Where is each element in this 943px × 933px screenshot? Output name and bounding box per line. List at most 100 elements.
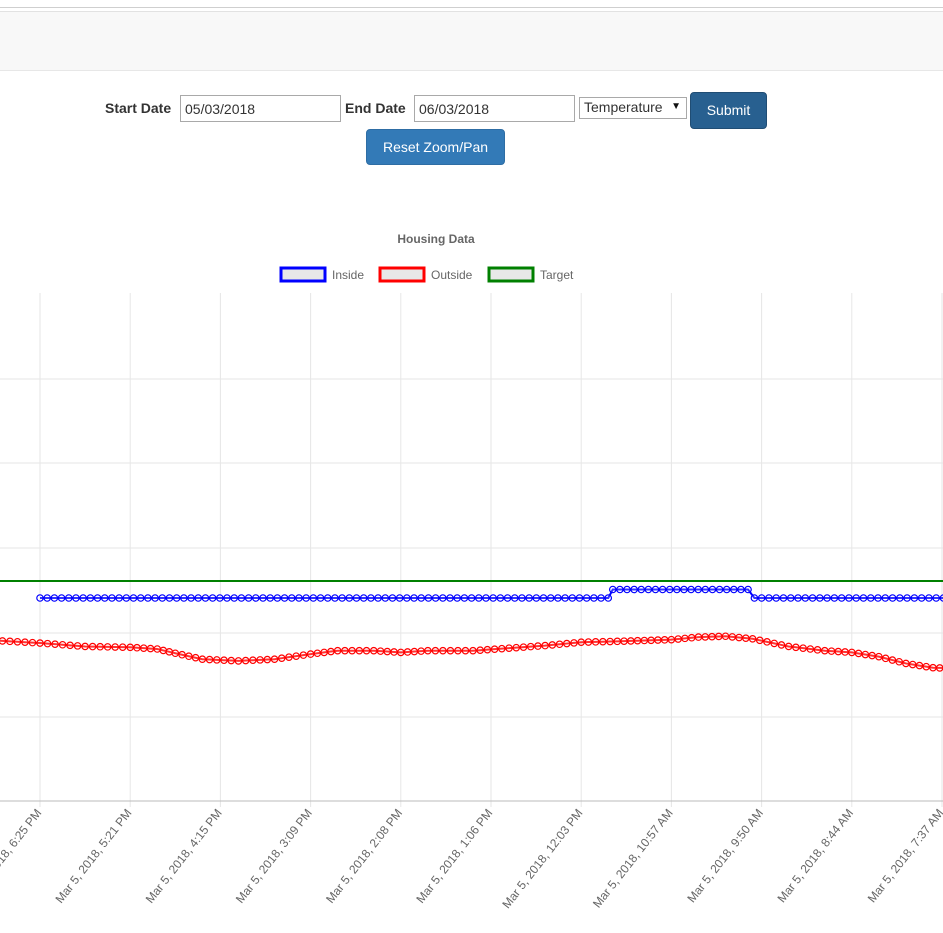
inside-point bbox=[665, 585, 674, 594]
outside-point bbox=[888, 656, 897, 664]
inside-point bbox=[266, 594, 274, 602]
inside-point bbox=[367, 594, 375, 602]
date-range-form: Start Date End Date Temperature ▼ bbox=[0, 95, 943, 125]
x-tick-label: Mar 5, 2018, 12:03 PM bbox=[499, 806, 585, 911]
x-axis-tick-labels: Mar 5, 2018, 6:25 PMMar 5, 2018, 5:21 PM… bbox=[0, 806, 943, 911]
outside-point bbox=[6, 637, 14, 646]
inside-point bbox=[687, 585, 695, 594]
outside-point bbox=[654, 636, 662, 644]
outside-point bbox=[627, 637, 635, 645]
inside-point bbox=[446, 594, 454, 602]
legend-item-target[interactable]: Target bbox=[487, 266, 574, 283]
outside-point bbox=[285, 653, 293, 661]
outside-point bbox=[165, 648, 174, 656]
outside-point bbox=[687, 633, 696, 642]
inside-point bbox=[715, 585, 724, 594]
legend-item-inside[interactable]: Inside bbox=[279, 266, 364, 283]
inside-point bbox=[431, 594, 440, 602]
outside-point bbox=[875, 652, 883, 661]
outside-point bbox=[599, 637, 607, 646]
inside-point bbox=[680, 585, 688, 594]
outside-point bbox=[854, 649, 863, 658]
outside-point bbox=[13, 637, 22, 646]
outside-point bbox=[613, 637, 622, 646]
chart-legend[interactable]: Inside Outside Target bbox=[279, 266, 574, 283]
outside-point bbox=[313, 649, 322, 658]
outside-point bbox=[505, 644, 513, 652]
outside-point bbox=[562, 639, 571, 648]
outside-point bbox=[620, 637, 628, 645]
chart-grid bbox=[0, 293, 943, 807]
outside-point bbox=[51, 640, 59, 648]
inside-point bbox=[72, 594, 80, 602]
outside-point bbox=[341, 646, 349, 655]
outside-point bbox=[834, 647, 843, 656]
outside-point bbox=[633, 636, 642, 645]
outside-point bbox=[728, 633, 737, 641]
housing-data-chart[interactable]: Housing Data Inside Outside Target Mar 5, … bbox=[0, 220, 943, 933]
outside-point bbox=[133, 643, 141, 652]
inside-point bbox=[658, 585, 667, 594]
outside-point bbox=[234, 657, 243, 665]
inside-point bbox=[287, 594, 296, 602]
inside-point bbox=[158, 594, 167, 602]
inside-point bbox=[539, 594, 548, 602]
submit-button[interactable]: Submit bbox=[690, 92, 767, 129]
metric-select[interactable]: Temperature ▼ bbox=[579, 97, 687, 119]
outside-point bbox=[81, 642, 89, 651]
start-date-input[interactable] bbox=[180, 95, 341, 122]
legend-label-inside: Inside bbox=[332, 268, 364, 282]
inside-point bbox=[86, 594, 95, 602]
outside-point bbox=[73, 642, 82, 650]
reset-zoom-pan-button[interactable]: Reset Zoom/Pan bbox=[366, 129, 505, 165]
inside-point bbox=[460, 594, 469, 602]
dropdown-arrow-icon: ▼ bbox=[671, 101, 681, 112]
inside-point bbox=[338, 594, 346, 602]
outside-point bbox=[96, 642, 104, 651]
outside-point bbox=[721, 632, 730, 641]
outside-point bbox=[198, 655, 207, 664]
inside-point bbox=[316, 594, 325, 602]
x-tick-label: Mar 5, 2018, 7:37 AM bbox=[865, 806, 943, 905]
outside-point bbox=[735, 633, 743, 642]
outside-point bbox=[327, 647, 335, 656]
legend-label-outside: Outside bbox=[431, 268, 473, 282]
inside-point bbox=[244, 594, 253, 602]
inside-point bbox=[801, 594, 810, 602]
inside-point bbox=[772, 594, 781, 602]
outside-point bbox=[205, 655, 214, 664]
series-inside bbox=[36, 585, 943, 602]
outside-point bbox=[28, 638, 37, 647]
outside-point bbox=[249, 656, 257, 665]
inside-point bbox=[144, 594, 152, 602]
outside-point bbox=[548, 641, 557, 649]
outside-point bbox=[526, 642, 535, 651]
inside-point bbox=[93, 594, 102, 602]
outside-point bbox=[461, 646, 470, 655]
inside-point bbox=[604, 594, 613, 602]
outside-point bbox=[570, 639, 578, 647]
inside-point bbox=[532, 594, 541, 602]
outside-point bbox=[333, 646, 342, 655]
outside-point bbox=[439, 646, 447, 655]
outside-point bbox=[410, 647, 419, 656]
series-outside bbox=[0, 632, 943, 672]
inside-point bbox=[165, 594, 174, 602]
outside-point bbox=[0, 637, 7, 645]
inside-point bbox=[575, 594, 584, 602]
x-tick-label: Mar 5, 2018, 1:06 PM bbox=[413, 806, 495, 906]
inside-point bbox=[388, 594, 397, 602]
outside-point bbox=[742, 634, 750, 642]
outside-point bbox=[369, 646, 378, 655]
outside-point bbox=[446, 646, 455, 655]
outside-point bbox=[755, 636, 764, 645]
inside-point bbox=[309, 594, 318, 602]
legend-item-outside[interactable]: Outside bbox=[378, 266, 473, 283]
outside-point bbox=[424, 646, 432, 655]
legend-swatch-target bbox=[487, 266, 535, 283]
end-date-input[interactable] bbox=[414, 95, 575, 122]
inside-point bbox=[779, 594, 788, 602]
outside-point bbox=[431, 646, 440, 655]
inside-point bbox=[597, 594, 605, 602]
outside-point bbox=[263, 655, 272, 664]
